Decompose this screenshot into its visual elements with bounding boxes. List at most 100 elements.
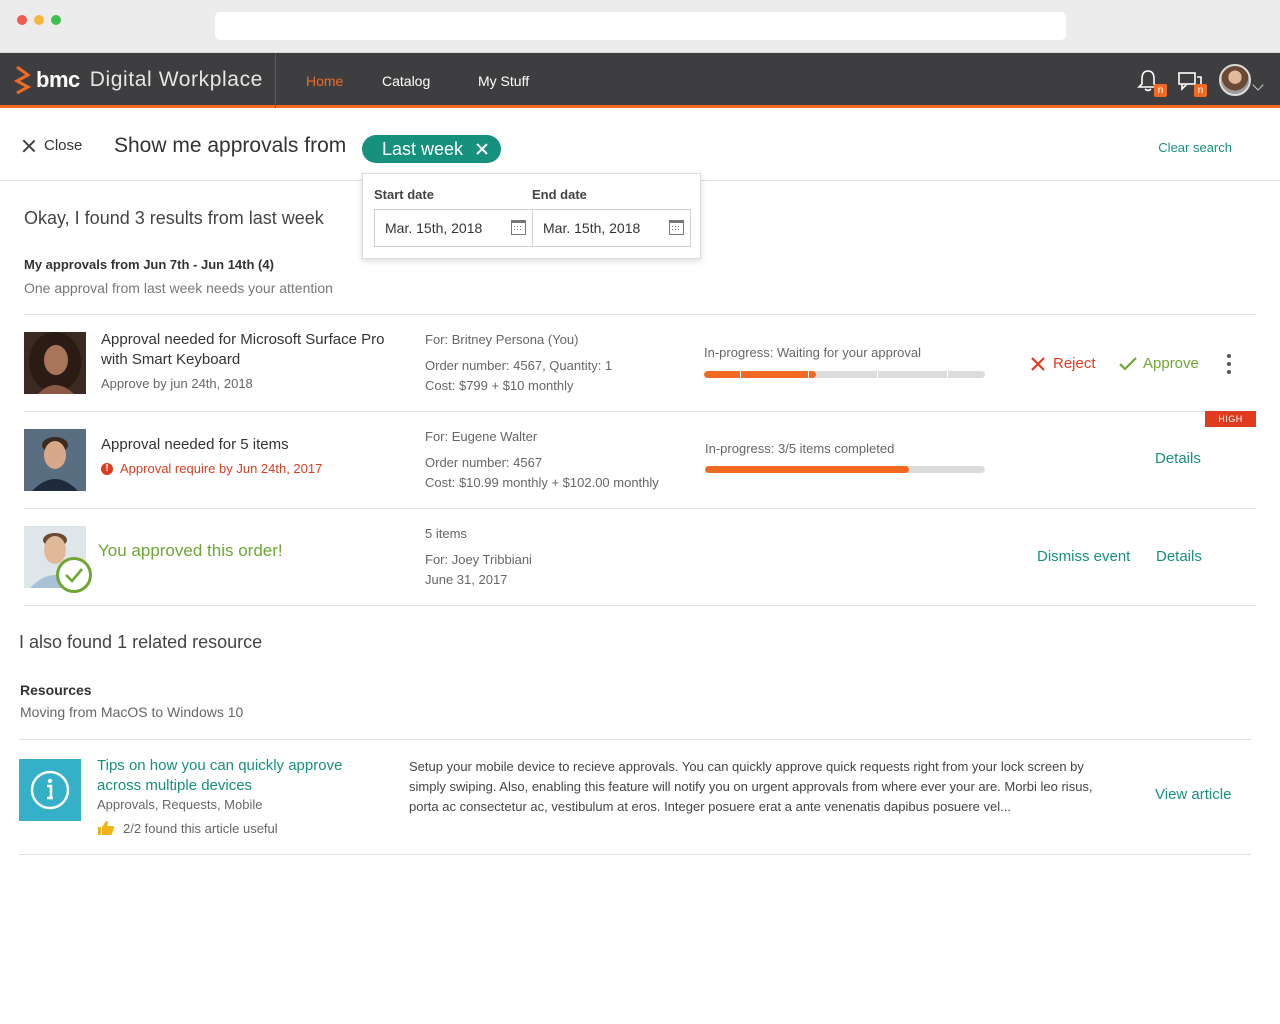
info-icon (30, 770, 70, 810)
remove-chip-icon[interactable] (476, 143, 488, 155)
more-options-icon[interactable] (1227, 354, 1231, 374)
article-description: Setup your mobile device to recieve appr… (409, 759, 1093, 814)
window-minimize-dot[interactable] (34, 15, 44, 25)
related-summary: I also found 1 related resource (19, 632, 263, 652)
start-date-field[interactable]: Mar. 15th, 2018 (374, 209, 533, 247)
progress-tick (947, 371, 948, 378)
divider (24, 508, 1256, 509)
nav-home[interactable]: Home (306, 73, 343, 89)
app-header: bmc Digital Workplace Home Catalog My St… (0, 53, 1280, 108)
clear-search-link[interactable]: Clear search (1158, 140, 1232, 155)
window-close-dot[interactable] (17, 15, 27, 25)
approval-progress-bar (705, 466, 985, 473)
article-thumbnail (19, 759, 81, 821)
approval-progress-bar (704, 371, 985, 378)
view-article-link[interactable]: View article (1155, 786, 1231, 803)
thumbs-up-icon[interactable] (97, 820, 115, 836)
approved-check-icon (56, 557, 92, 593)
bmc-logo-icon (14, 65, 32, 95)
approval-order: Order number: 4567, Quantity: 1 (425, 358, 613, 373)
reject-label: Reject (1053, 355, 1096, 372)
nav-my-stuff[interactable]: My Stuff (478, 73, 529, 89)
product-name: Digital Workplace (89, 68, 263, 91)
approval-status: In-progress: 3/5 items completed (705, 441, 895, 456)
window-zoom-dot[interactable] (51, 15, 61, 25)
search-bar: Close Show me approvals from Last week C… (0, 111, 1280, 181)
start-date-value: Mar. 15th, 2018 (385, 220, 483, 236)
approvals-section-title: My approvals from Jun 7th - Jun 14th (4) (24, 257, 274, 272)
approval-title[interactable]: Approval needed for 5 items (101, 435, 289, 455)
article-tags: Approvals, Requests, Mobile (97, 797, 263, 812)
progress-tick (808, 371, 809, 378)
reject-x-icon (1031, 356, 1045, 371)
user-avatar[interactable] (1219, 64, 1251, 96)
address-bar[interactable] (215, 12, 1066, 40)
notifications-button[interactable]: n (1137, 69, 1167, 97)
close-button[interactable]: Close (22, 137, 82, 154)
approval-order: Order number: 4567 (425, 455, 543, 470)
person-photo-icon (24, 429, 86, 491)
approval-warning: ! Approval require by Jun 24th, 2017 (101, 461, 322, 476)
details-button[interactable]: Details (1156, 548, 1202, 565)
progress-tick (740, 371, 741, 378)
brand-logo[interactable]: bmc Digital Workplace (14, 65, 263, 95)
divider (24, 605, 1256, 606)
search-query-text: Show me approvals from (114, 134, 347, 157)
resources-section-subtitle: Moving from MacOS to Windows 10 (20, 704, 244, 720)
checkmark-icon (1119, 356, 1137, 371)
close-icon (22, 139, 36, 153)
chevron-down-icon[interactable] (1252, 79, 1264, 91)
priority-badge: HIGH (1205, 411, 1256, 427)
approval-due-date: Approve by jun 24th, 2018 (101, 376, 253, 391)
results-summary: Okay, I found 3 results from last week (24, 208, 324, 228)
close-label: Close (44, 137, 83, 154)
notifications-badge: n (1154, 84, 1167, 97)
date-range-popover: Start date End date Mar. 15th, 2018 Mar.… (362, 173, 701, 259)
article-useful-text: 2/2 found this article useful (123, 820, 278, 836)
approval-status: In-progress: Waiting for your approval (704, 345, 922, 360)
approval-cost: Cost: $10.99 monthly + $102.00 monthly (425, 475, 659, 490)
chat-badge: n (1194, 84, 1207, 97)
resources-section-title: Resources (20, 682, 92, 698)
browser-chrome (0, 0, 1280, 53)
approval-cost: Cost: $799 + $10 monthly (425, 378, 574, 393)
header-divider (275, 53, 276, 108)
end-date-field[interactable]: Mar. 15th, 2018 (532, 209, 691, 247)
dismiss-event-button[interactable]: Dismiss event (1037, 548, 1130, 565)
divider (24, 411, 1256, 412)
approval-title[interactable]: Approval needed for Microsoft Surface Pr… (101, 330, 391, 370)
brand-name: bmc (36, 67, 80, 92)
progress-tick (877, 371, 878, 378)
filter-chip-label: Last week (382, 139, 464, 159)
progress-fill (705, 466, 910, 473)
person-photo-icon (24, 332, 86, 394)
filter-chip-last-week[interactable]: Last week (362, 135, 502, 163)
progress-fill (704, 371, 817, 378)
divider (24, 314, 1256, 315)
nav-catalog[interactable]: Catalog (382, 73, 430, 89)
chat-button[interactable]: n (1177, 69, 1207, 97)
details-button[interactable]: Details (1155, 450, 1201, 467)
approved-message: You approved this order! (98, 541, 283, 560)
article-helpfulness: 2/2 found this article useful (97, 820, 278, 836)
end-date-label: End date (532, 187, 587, 202)
checkmark-icon (65, 568, 83, 583)
alert-icon: ! (101, 462, 113, 475)
requester-avatar (24, 429, 86, 491)
order-items-count: 5 items (425, 526, 467, 541)
article-title-link[interactable]: Tips on how you can quickly approve acro… (97, 756, 387, 796)
approve-label: Approve (1143, 355, 1199, 372)
calendar-icon[interactable] (511, 220, 526, 235)
requester-avatar (24, 332, 86, 394)
approvals-section-subtitle: One approval from last week needs your a… (24, 280, 333, 296)
calendar-icon[interactable] (669, 220, 684, 235)
approval-for: For: Eugene Walter (425, 429, 538, 444)
approve-button[interactable]: Approve (1119, 355, 1199, 372)
approval-date: June 31, 2017 (425, 572, 508, 587)
approval-warning-text: Approval require by Jun 24th, 2017 (120, 461, 323, 476)
end-date-value: Mar. 15th, 2018 (543, 220, 641, 236)
divider (19, 854, 1251, 855)
approval-for: For: Joey Tribbiani (425, 552, 532, 567)
reject-button[interactable]: Reject (1031, 355, 1096, 372)
start-date-label: Start date (374, 187, 434, 202)
